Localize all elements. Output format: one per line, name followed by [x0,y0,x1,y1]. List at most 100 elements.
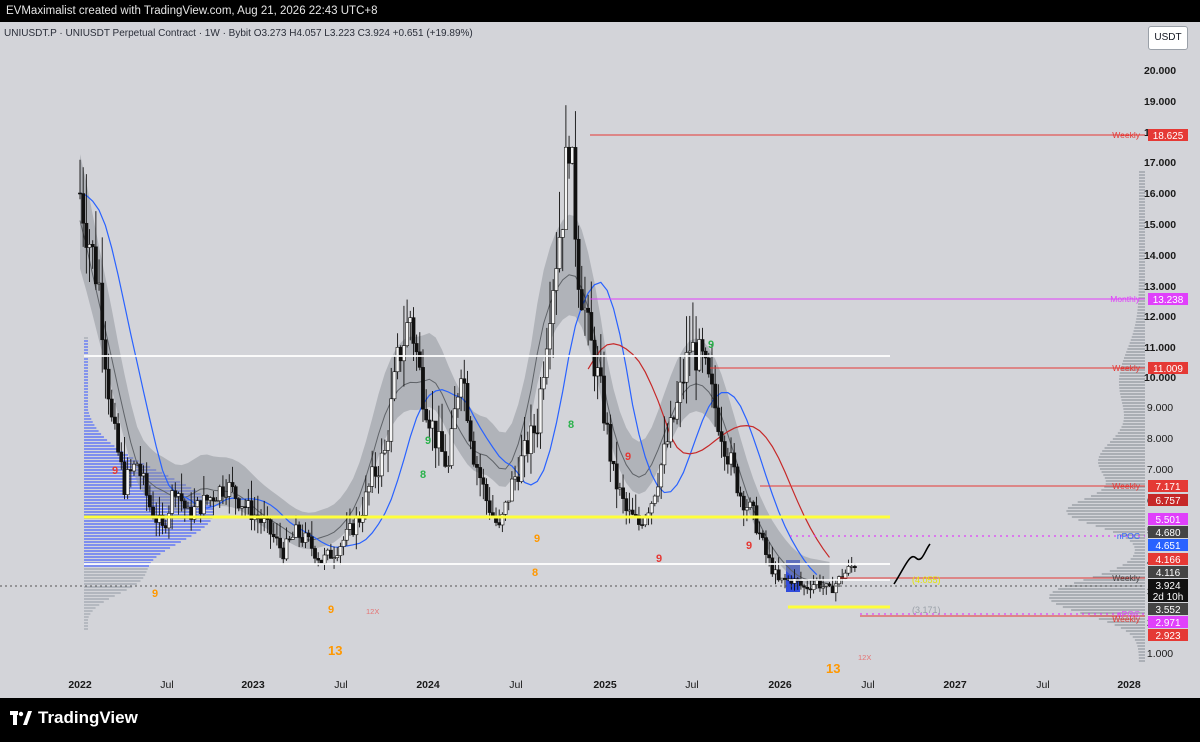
candle-body [833,583,838,594]
candle-body [319,559,324,564]
candle-body [338,546,343,556]
candle-body [287,538,292,541]
candle-body [186,506,190,509]
candle-body [633,514,638,516]
candle-body [125,469,130,495]
chart-area[interactable]: Weekly Monthly Weekly Weekly nPOC Weekly nPOC W… [0,22,1200,698]
candle-body [776,569,781,581]
x-tick-label: Jul [334,679,347,691]
candle-body [484,483,489,502]
candle-body [640,524,645,526]
y-tick-label: 7.000 [1147,464,1173,476]
candle-body [103,339,108,370]
candle-body [563,146,568,230]
candle-body [176,493,181,497]
candle-body [687,350,692,353]
candle-body [284,538,289,560]
footer: TradingView [0,698,1200,742]
candle-body [481,477,486,485]
candle-body [748,501,752,508]
candle-body [128,469,133,472]
candle-body [621,487,625,499]
currency-button[interactable]: USDT [1148,26,1188,50]
candle-body [579,289,584,311]
candle-body [201,495,206,515]
candle-body [214,500,219,502]
level-tag: Weekly [1112,130,1140,140]
candle-body [436,431,441,449]
candle-body [697,339,702,371]
candle-body [554,268,559,291]
candle-body [208,497,213,501]
candle-body [236,498,241,509]
candle-body [522,440,527,457]
candle-body [449,428,454,466]
candle-body [405,322,410,346]
candle-body [100,282,105,341]
y-tick-label: 11.000 [1144,342,1176,354]
y-tick-label: 12.000 [1144,311,1176,323]
td-label: 9 [328,604,334,616]
y-tick-label: 19.000 [1144,96,1176,108]
td-label: 9 [708,339,714,351]
candle-body [306,532,311,538]
price-label: 4.166 [1155,555,1180,566]
candle-body [221,486,225,497]
candle-body [538,388,543,434]
candle-body [81,193,86,224]
candle-body [424,408,429,421]
y-tick-label: 9.000 [1147,402,1173,414]
price-label: 18.625 [1153,131,1184,142]
candle-body [119,451,124,463]
candle-body [681,381,686,384]
candle-body [506,500,511,503]
td-label: 9 [625,451,631,463]
candle-body [595,367,600,377]
candle-body [271,533,276,538]
candle-body [490,512,495,517]
candle-body [259,518,263,523]
brand-text: TradingView [38,708,138,727]
candle-body [821,586,826,589]
price-label: 7.171 [1155,482,1180,493]
candle-body [122,461,127,495]
candle-body [262,518,267,523]
candle-body [532,425,537,434]
candle-body [529,425,533,454]
y-tick-label: 13.000 [1144,281,1176,293]
candle-body [227,482,232,497]
candle-body [144,473,149,496]
price-chart[interactable]: WeeklyMonthlyWeeklyWeeklynPOCWeeklynPOCW… [0,22,1200,698]
candle-body [706,357,711,375]
price-annotation: 12X [366,607,379,616]
candle-body [109,398,114,418]
candle-body [440,431,444,452]
candle-body [309,536,314,549]
tradingview-brand[interactable]: TradingView [10,708,138,728]
candle-body [163,525,168,529]
candle-body [729,452,733,465]
td-label: 8 [532,567,538,579]
candle-body [668,417,673,443]
candle-body [691,342,695,352]
candle-body [274,536,279,539]
candle-body [392,371,397,400]
candle-body [598,367,603,377]
candle-body [462,378,467,384]
candle-body [652,495,657,504]
price-label: 5.501 [1155,515,1180,526]
candle-body [783,577,787,580]
y-tick-label: 16.000 [1144,188,1176,200]
candle-body [421,367,425,410]
candle-body [754,505,759,534]
candle-body [700,339,705,352]
price-label: 2.923 [1155,631,1180,642]
candle-body [182,500,187,509]
candle-body [367,486,371,493]
candle-body [719,431,724,442]
candle-body [544,348,549,378]
y-tick-label: 14.000 [1144,250,1176,262]
candle-body [583,307,587,311]
candle-body [147,495,152,508]
x-tick-label: 2023 [241,679,265,691]
